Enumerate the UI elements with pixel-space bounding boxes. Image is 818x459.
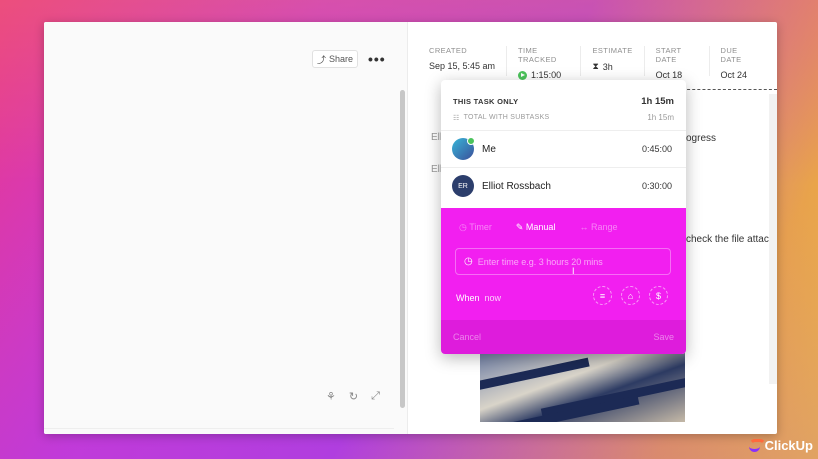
text-cursor-icon: I bbox=[572, 266, 575, 276]
tab-label: Timer bbox=[469, 222, 492, 232]
time-input[interactable] bbox=[477, 256, 658, 267]
billable-icon[interactable]: $ bbox=[649, 286, 668, 305]
meta-value: Oct 18 bbox=[656, 70, 698, 80]
created-value: Sep 15, 5:45 am bbox=[429, 61, 496, 71]
meta-label: START DATE bbox=[655, 46, 682, 64]
subtasks-text: TOTAL WITH SUBTASKS bbox=[463, 114, 550, 121]
meta-time-tracked[interactable]: TIME TRACKED 1:15:00 bbox=[518, 46, 582, 80]
user-time-row[interactable]: ER Elliot Rossbach 0:30:00 bbox=[441, 167, 686, 204]
meta-start-date[interactable]: START DATE Oct 18 bbox=[655, 46, 710, 80]
time-tracking-popup: THIS TASK ONLY 1h 15m ☷ TOTAL WITH SUBTA… bbox=[441, 80, 686, 354]
expand-icon[interactable]: ⤢ bbox=[371, 390, 380, 403]
left-footer bbox=[44, 428, 394, 434]
meta-created: CREATED Sep 15, 5:45 am bbox=[429, 46, 508, 76]
left-scrollbar[interactable] bbox=[400, 90, 405, 408]
share-label: Share bbox=[328, 54, 354, 64]
clock-icon: ◷ bbox=[464, 256, 473, 267]
this-task-value: 1h 15m bbox=[641, 96, 674, 107]
bottom-toolbar: ⚘ ↻ ⤢ bbox=[326, 390, 380, 403]
tab-label: Range bbox=[590, 222, 618, 232]
meta-label: DUE DATE bbox=[720, 46, 742, 64]
due-date-value: Oct 24 bbox=[720, 70, 748, 80]
activity-scrollbar[interactable] bbox=[769, 94, 777, 384]
play-icon[interactable] bbox=[518, 70, 528, 80]
avatar: ER bbox=[452, 175, 474, 197]
attachment-image[interactable] bbox=[480, 352, 685, 422]
task-meta-bar: CREATED Sep 15, 5:45 am TIME TRACKED 1:1… bbox=[429, 46, 777, 80]
tab-timer[interactable]: ◷ Timer bbox=[459, 222, 492, 233]
subtasks-icon: ☷ bbox=[453, 114, 460, 122]
image-stripe bbox=[480, 357, 590, 392]
start-date-value: Oct 18 bbox=[655, 70, 683, 80]
meta-value: Oct 24 bbox=[721, 70, 755, 80]
clickup-logo-icon bbox=[748, 439, 766, 452]
user-time: 0:45:00 bbox=[641, 144, 672, 154]
image-stripe bbox=[500, 395, 640, 422]
meta-label: TIME TRACKED bbox=[518, 46, 557, 64]
this-task-label: THIS TASK ONLY bbox=[453, 97, 519, 106]
user-time-row[interactable]: Me 0:45:00 bbox=[441, 130, 686, 167]
hourglass-icon: ⧗ bbox=[592, 61, 599, 71]
save-button[interactable]: Save bbox=[653, 332, 674, 342]
meta-label: ESTIMATE bbox=[592, 46, 633, 55]
estimate-value: 3h bbox=[602, 61, 613, 72]
more-options-button[interactable]: ••• bbox=[368, 51, 386, 67]
cancel-button[interactable]: Cancel bbox=[453, 332, 481, 342]
mode-tabs: ◷ Timer ✎ Manual ↔ Range bbox=[459, 222, 618, 233]
tab-label: Manual bbox=[525, 222, 556, 232]
time-input-wrapper: ◷ bbox=[455, 248, 671, 275]
time-entry-panel: ◷ Timer ✎ Manual ↔ Range ◷ I When now ≡ … bbox=[441, 208, 686, 320]
subtasks-label: ☷ TOTAL WITH SUBTASKS bbox=[453, 114, 550, 122]
share-icon: ⤴ bbox=[316, 54, 326, 65]
task-description-pane: ⤴ Share ••• ⚘ ↻ ⤢ bbox=[44, 22, 408, 434]
meta-label: CREATED bbox=[429, 46, 468, 55]
tab-manual[interactable]: ✎ Manual bbox=[516, 222, 556, 233]
user-name: Me bbox=[482, 143, 496, 155]
notes-icon[interactable]: ≡ bbox=[593, 286, 612, 305]
meta-due-date[interactable]: DUE DATE Oct 24 bbox=[720, 46, 766, 80]
meta-value: Sep 15, 5:45 am bbox=[429, 61, 495, 71]
meta-value: 1:15:00 bbox=[518, 70, 569, 80]
comment-text: check the file attac bbox=[686, 234, 769, 245]
history-icon[interactable]: ↻ bbox=[349, 390, 358, 403]
divider bbox=[682, 89, 777, 90]
entry-footer: Cancel Save bbox=[441, 320, 686, 354]
tab-range[interactable]: ↔ Range bbox=[579, 222, 617, 233]
entry-options: ≡ ⌂ $ bbox=[593, 286, 668, 305]
brand-watermark: ClickUp bbox=[748, 438, 813, 453]
when-label: When bbox=[456, 293, 480, 303]
subtasks-value: 1h 15m bbox=[647, 113, 674, 122]
tag-icon[interactable]: ⌂ bbox=[621, 286, 640, 305]
meta-estimate[interactable]: ESTIMATE ⧗ 3h bbox=[592, 46, 645, 76]
when-field[interactable]: When now bbox=[456, 293, 501, 303]
brand-name: ClickUp bbox=[764, 438, 813, 453]
activity-text: ogress bbox=[686, 133, 717, 144]
meta-value: ⧗ 3h bbox=[592, 61, 632, 72]
time-tracked-value: 1:15:00 bbox=[531, 70, 562, 80]
users-icon[interactable]: ⚘ bbox=[326, 390, 336, 403]
task-window: ⤴ Share ••• ⚘ ↻ ⤢ CREATED Sep 15, 5:45 a… bbox=[44, 22, 777, 434]
user-name: Elliot Rossbach bbox=[482, 180, 551, 192]
when-value: now bbox=[484, 293, 502, 303]
user-time: 0:30:00 bbox=[641, 181, 672, 191]
avatar bbox=[452, 137, 475, 160]
share-button[interactable]: ⤴ Share bbox=[312, 50, 358, 68]
popup-summary: THIS TASK ONLY 1h 15m ☷ TOTAL WITH SUBTA… bbox=[441, 80, 686, 130]
